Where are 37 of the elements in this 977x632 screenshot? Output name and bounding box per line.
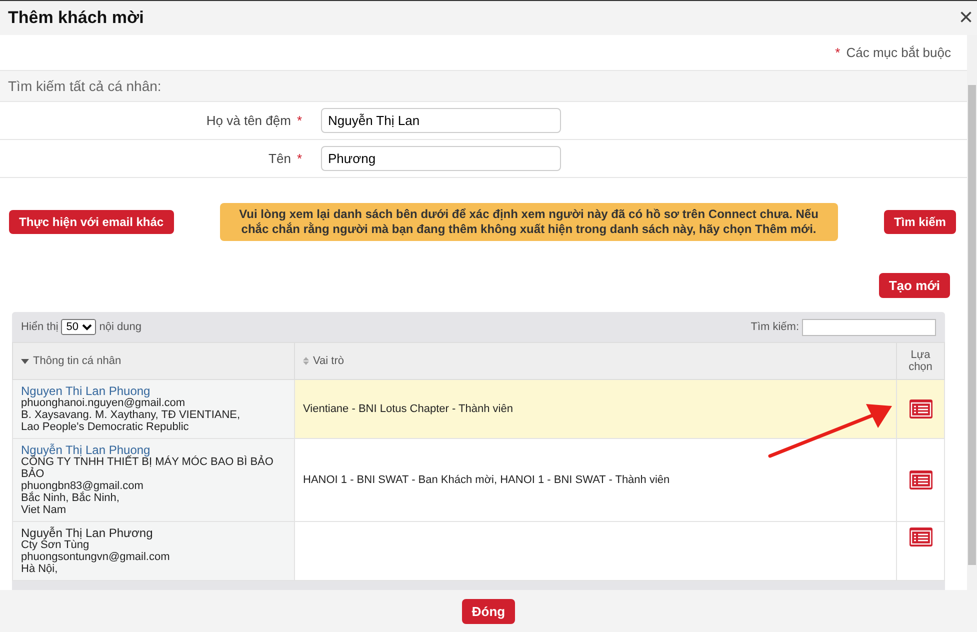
input-field[interactable]: Phương: [321, 146, 561, 171]
person-cell: Nguyen Thi Lan Phuong phuonghanoi.nguyen@gmail.com B. Xaysavang. M. Xaythany, TĐ VIENTIANE, Lao People's Democratic Republic: [12, 380, 294, 438]
close-dialog-button[interactable]: Đóng: [462, 598, 516, 624]
table-row[interactable]: Nguyen Thi Lan Phuong phuonghanoi.nguyen@gmail.com B. Xaysavang. M. Xaythany, TĐ VIENTIANE, Lao People's Democratic Republic Vientiane - BNI Lotus Chapter - Thành viên: [12, 380, 944, 438]
column-header[interactable]: Thông tin cá nhân: [12, 342, 294, 380]
field-label: Họ và tên đệm: [206, 113, 291, 128]
sort-descending-icon: [21, 358, 29, 364]
create-button[interactable]: Tạo mới: [878, 273, 950, 298]
section-title: Tìm kiếm tất cả cá nhân:: [0, 70, 967, 102]
required-mark: *: [835, 45, 840, 60]
search-button[interactable]: Tìm kiếm: [884, 210, 956, 234]
required-mark: *: [296, 151, 302, 166]
list-icon[interactable]: [908, 399, 932, 419]
show-suffix: nội dung: [99, 321, 142, 333]
page-size-select[interactable]: 50: [61, 319, 96, 335]
search-label: Tìm kiếm:: [750, 321, 799, 333]
table-row[interactable]: Nguyễn Thị Lan Phương Cty Sơn Tùng phuongsontungvn@gmail.com Hà Nội,: [12, 522, 944, 580]
other-email-button[interactable]: Thực hiện với email khác: [9, 210, 174, 234]
notice-banner: Vui lòng xem lại danh sách bên dưới để xác định xem người này đã có hồ sơ trên Connect chưa. Nếu chắc chắn rằng người mà bạn đang thêm không xuất hiện trong danh sách này, hãy chọn Thêm mới.: [220, 203, 838, 241]
role-cell: HANOI 1 - BNI SWAT - Ban Khách mời, HANOI 1 - BNI SWAT - Thành viên: [294, 438, 896, 522]
required-note: Các mục bắt buộc: [846, 45, 951, 60]
person-cell: Nguyễn Thị Lan Phuong CÔNG TY TNHH THIẾT BỊ MÁY MÓC BAO BÌ BẢO BẢO phuongbn83@gmail.com Bắc Ninh, Bắc Ninh, Viet Nam: [12, 438, 294, 522]
sort-icon: [303, 357, 309, 366]
close-button[interactable]: ×: [954, 6, 977, 30]
list-icon[interactable]: [908, 470, 932, 490]
input-field[interactable]: Nguyễn Thị Lan: [321, 108, 561, 133]
table-row[interactable]: Nguyễn Thị Lan Phuong CÔNG TY TNHH THIẾT BỊ MÁY MÓC BAO BÌ BẢO BẢO phuongbn83@gmail.com Bắc Ninh, Bắc Ninh, Viet Nam HANOI 1 - BNI SWAT - Ban Khách mời, HANOI 1 - BNI SWAT - Thành viên: [12, 438, 944, 522]
role-cell: Vientiane - BNI Lotus Chapter - Thành viên: [294, 380, 896, 438]
list-icon[interactable]: [908, 527, 932, 547]
search-field[interactable]: [802, 318, 936, 336]
dialog-title: Thêm khách mời: [8, 8, 144, 28]
field-label: Tên: [268, 151, 291, 166]
show-label: Hiển thị: [21, 321, 58, 333]
column-header[interactable]: Lựa chọn: [896, 342, 944, 380]
column-header[interactable]: Vai trò: [294, 342, 896, 380]
person-cell: Nguyễn Thị Lan Phương Cty Sơn Tùng phuongsontungvn@gmail.com Hà Nội,: [12, 522, 294, 580]
required-mark: *: [296, 113, 302, 128]
